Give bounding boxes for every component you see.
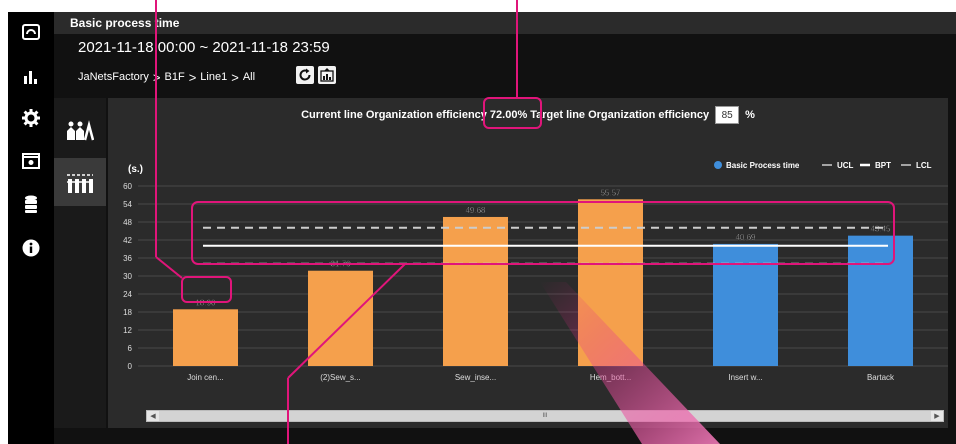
sub-navigation: [54, 98, 106, 428]
x-tick-label: Bartack: [867, 373, 895, 382]
y-tick-label: 30: [123, 272, 132, 281]
page-title: Basic process time: [70, 16, 180, 30]
y-tick-label: 60: [123, 182, 132, 191]
breadcrumb-floor[interactable]: B1F: [165, 71, 185, 83]
breadcrumb-separator: >: [231, 69, 239, 85]
title-bar: Basic process time: [54, 12, 956, 34]
breadcrumb-all[interactable]: All: [243, 71, 255, 83]
y-tick-label: 36: [123, 254, 132, 263]
scroll-right-arrow-icon[interactable]: ▶: [931, 411, 943, 421]
x-tick-label: Sew_inse...: [455, 373, 496, 382]
refresh-icon: [299, 68, 311, 81]
x-tick-label: Hem_bott...: [590, 373, 631, 382]
refresh-button[interactable]: [296, 66, 314, 84]
subnav-worker-efficiency[interactable]: [54, 106, 106, 154]
worker-chart-icon: [67, 120, 94, 141]
process-bars-icon: [67, 174, 93, 193]
bar: [848, 235, 913, 366]
bar-value-label: 49.68: [465, 206, 486, 215]
bar-value-label: 43.45: [870, 225, 891, 234]
x-tick-label: (2)Sew_s...: [320, 373, 360, 382]
database-icon[interactable]: [21, 194, 41, 214]
y-tick-label: 54: [123, 200, 132, 209]
horizontal-scrollbar[interactable]: ◀ III ▶: [146, 410, 944, 422]
icon-sidebar: [8, 12, 54, 444]
y-tick-label: 18: [123, 308, 132, 317]
dashboard-icon[interactable]: [21, 22, 41, 42]
bar-value-label: 40.69: [735, 233, 756, 242]
legend-label: Basic Process time: [726, 161, 800, 170]
bar-value-label: 55.57: [600, 188, 621, 197]
breadcrumb-separator: >: [152, 69, 161, 85]
legend-marker: [714, 161, 722, 169]
x-tick-label: Join cen...: [187, 373, 223, 382]
app-window: Basic process time 2021-11-18 00:00 ~ 20…: [8, 12, 956, 444]
subnav-process-time[interactable]: [54, 158, 106, 206]
gear-icon[interactable]: [21, 108, 41, 128]
bar-chart-icon[interactable]: [21, 67, 41, 87]
export-chart-icon: [320, 68, 334, 82]
y-tick-label: 42: [123, 236, 132, 245]
settings-window-icon[interactable]: [21, 151, 41, 171]
y-tick-label: 48: [123, 218, 132, 227]
date-range: 2021-11-18 00:00 ~ 2021-11-18 23:59: [78, 39, 330, 56]
bar-value-label: 18.90: [195, 298, 216, 307]
legend-label: BPT: [875, 161, 891, 170]
y-tick-label: 0: [128, 362, 133, 371]
breadcrumb-line[interactable]: Line1: [200, 71, 227, 83]
y-tick-label: 24: [123, 290, 132, 299]
legend-label: LCL: [916, 161, 932, 170]
legend-label: UCL: [837, 161, 854, 170]
bar: [578, 199, 643, 366]
breadcrumb-factory[interactable]: JaNetsFactory: [78, 71, 149, 83]
breadcrumb-separator: >: [188, 69, 197, 85]
y-tick-label: 12: [123, 326, 132, 335]
bar: [173, 309, 238, 366]
info-icon[interactable]: [21, 238, 41, 258]
x-tick-label: Insert w...: [728, 373, 762, 382]
y-tick-label: 6: [128, 344, 133, 353]
process-time-chart: 0 6 12 18 24 30 36 42 48 54 60 (s.) 18.90 Join cen...…: [123, 161, 948, 382]
breadcrumb: JaNetsFactory > B1F > Line1 > All: [78, 68, 255, 86]
chart-panel: Current line Organization efficiency 72.…: [108, 98, 948, 428]
scroll-left-arrow-icon[interactable]: ◀: [147, 411, 159, 421]
bar: [308, 270, 373, 366]
bar: [713, 243, 778, 366]
scroll-thumb[interactable]: III: [159, 411, 931, 421]
export-button[interactable]: [318, 66, 336, 84]
y-axis-label: (s.): [128, 164, 143, 175]
bar: [443, 216, 508, 366]
